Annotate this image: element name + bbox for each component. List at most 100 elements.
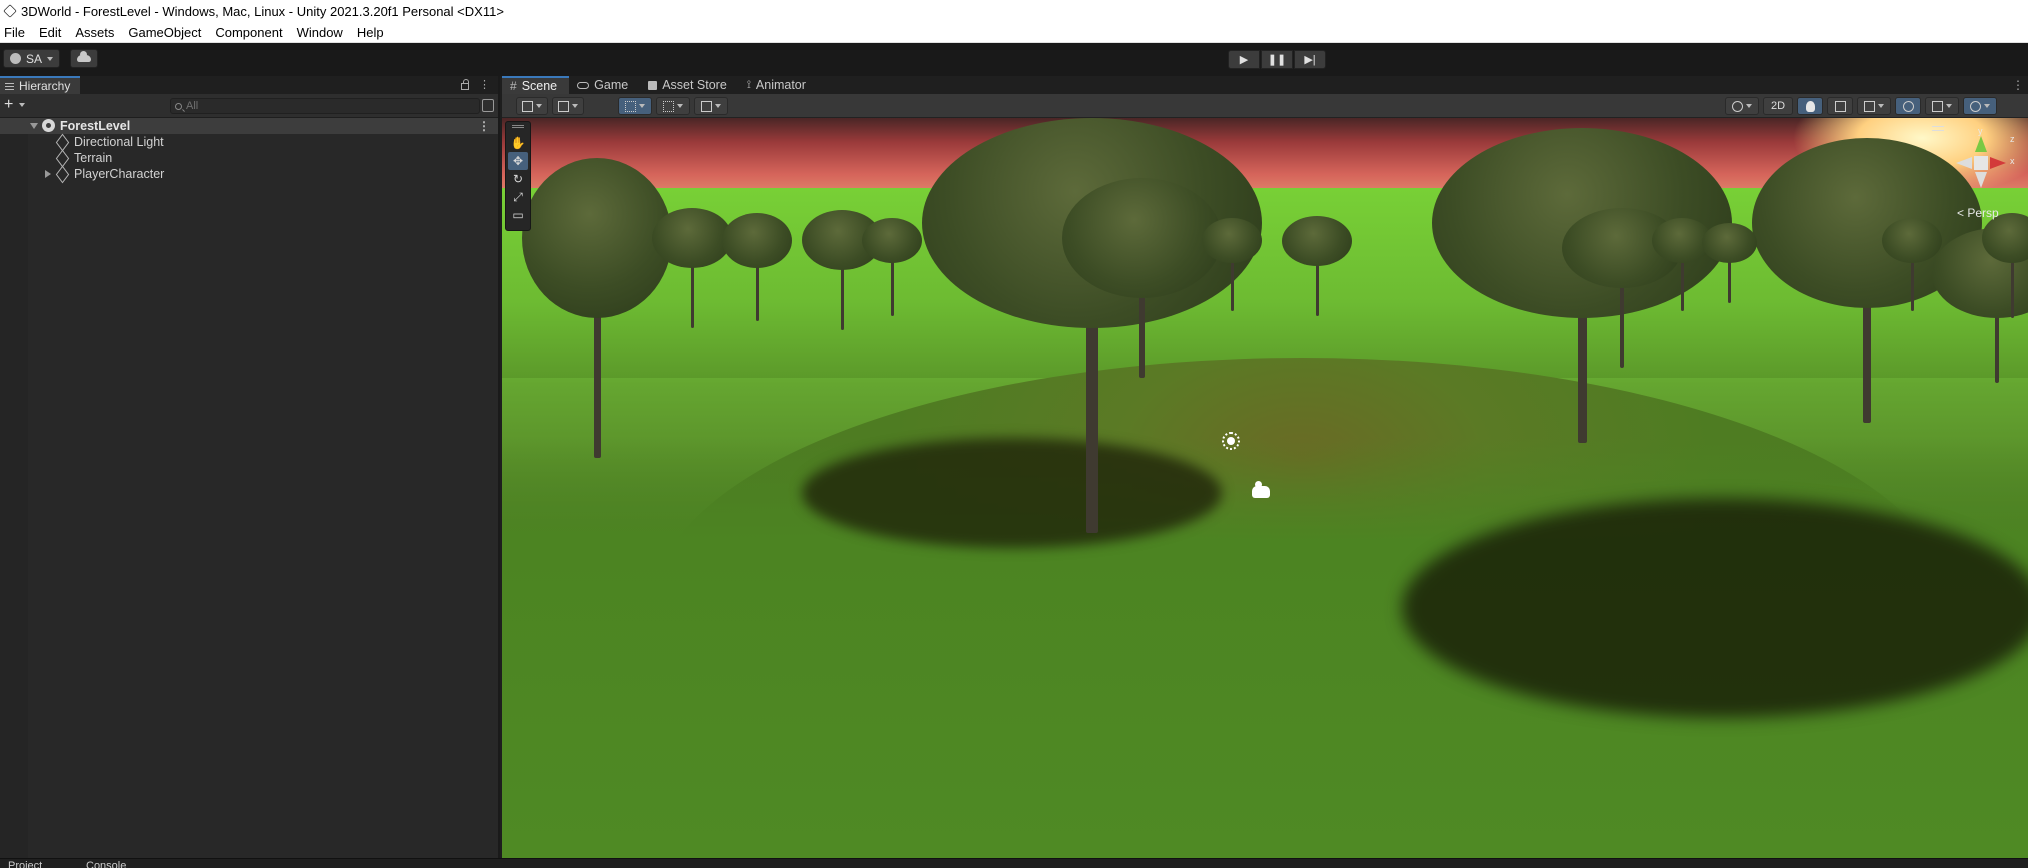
tab-hierarchy[interactable]: Hierarchy	[0, 76, 81, 94]
light-bulb-icon	[1805, 100, 1815, 112]
scene-viewport[interactable]: ✋ ✥ ↻ ⤢ ▭ y x z < Persp	[502, 118, 2028, 858]
menu-bar: File Edit Assets GameObject Component Wi…	[0, 22, 2028, 43]
search-placeholder: All	[186, 100, 199, 112]
user-icon	[10, 53, 21, 64]
tab-console[interactable]: Console	[86, 860, 126, 868]
x-axis-handle[interactable]	[1990, 157, 2006, 169]
menu-file[interactable]: File	[0, 22, 32, 43]
cloud-button[interactable]	[70, 49, 98, 68]
hierarchy-tree: ForestLevel ⋮ Directional Light Terrain …	[0, 118, 498, 858]
tree	[862, 218, 922, 316]
hash-icon: #	[510, 79, 517, 93]
step-icon: ▶|	[1304, 54, 1316, 66]
move-tool[interactable]: ✥	[508, 152, 528, 170]
tree-shadow	[1402, 498, 2028, 718]
grid-snap-button[interactable]	[618, 97, 652, 115]
menu-edit[interactable]: Edit	[32, 22, 68, 43]
bottom-dock: Project Console	[0, 858, 2028, 868]
window-title-bar: 3DWorld - ForestLevel - Windows, Mac, Li…	[0, 0, 2028, 22]
hierarchy-item-directional-light[interactable]: Directional Light	[0, 133, 498, 152]
render-mode-button[interactable]	[1725, 97, 1759, 115]
fold-closed-icon[interactable]	[45, 170, 51, 178]
menu-assets[interactable]: Assets	[68, 22, 121, 43]
chevron-down-icon	[1946, 104, 1952, 108]
scene-visibility-button[interactable]	[1895, 97, 1921, 115]
tab-project[interactable]: Project	[8, 860, 42, 868]
rotate-icon: ↻	[512, 172, 524, 186]
lock-icon[interactable]	[461, 79, 469, 90]
tree	[1062, 178, 1222, 378]
camera-settings-button[interactable]	[1925, 97, 1959, 115]
step-button[interactable]: ▶|	[1294, 50, 1326, 69]
draw-mode-icon	[522, 100, 533, 112]
scene-menu-icon[interactable]: ⋮	[478, 119, 490, 133]
tree	[1882, 218, 1942, 311]
add-dropdown-caret-icon[interactable]	[19, 103, 25, 107]
scene-panel-menu-icon[interactable]: ⋮	[2012, 78, 2024, 92]
rect-tool[interactable]: ▭	[508, 206, 528, 224]
menu-help[interactable]: Help	[350, 22, 391, 43]
scene-search-icon[interactable]	[482, 99, 494, 112]
hand-tool[interactable]: ✋	[508, 134, 528, 152]
directional-light-gizmo-icon[interactable]	[1222, 432, 1240, 450]
lighting-toggle-button[interactable]	[1797, 97, 1823, 115]
tree	[1282, 216, 1352, 316]
shading-mode-button[interactable]	[552, 97, 584, 115]
y-axis-handle[interactable]	[1975, 136, 1987, 152]
tab-asset-store[interactable]: Asset Store	[640, 76, 739, 94]
neg-y-axis-handle[interactable]	[1975, 172, 1987, 188]
scale-tool[interactable]: ⤢	[508, 188, 528, 206]
tab-hierarchy-label: Hierarchy	[19, 79, 71, 93]
draw-mode-button[interactable]	[516, 97, 548, 115]
hierarchy-item-playercharacter[interactable]: PlayerCharacter	[0, 165, 498, 184]
play-button[interactable]: ▶	[1228, 50, 1260, 69]
menu-component[interactable]: Component	[208, 22, 289, 43]
camera-gizmo-icon[interactable]	[1252, 481, 1270, 498]
scene-row-forestlevel[interactable]: ForestLevel ⋮	[0, 118, 498, 134]
chevron-down-icon	[1878, 104, 1884, 108]
tab-game[interactable]: Game	[569, 76, 640, 94]
account-button[interactable]: SA	[3, 49, 61, 68]
hierarchy-item-label: Directional Light	[74, 135, 164, 149]
toggle-2d-button[interactable]: 2D	[1763, 97, 1793, 115]
effects-toggle-button[interactable]	[1857, 97, 1891, 115]
sphere-icon	[1732, 100, 1743, 112]
toggle-2d-label: 2D	[1770, 100, 1786, 112]
projection-label[interactable]: < Persp	[1957, 206, 1999, 220]
tree	[1982, 213, 2028, 318]
account-label: SA	[26, 51, 43, 66]
gameobject-cube-icon	[55, 165, 70, 184]
menu-gameobject[interactable]: GameObject	[121, 22, 208, 43]
fold-open-icon[interactable]	[30, 123, 38, 129]
neg-x-axis-handle[interactable]	[1956, 157, 1972, 169]
audio-toggle-button[interactable]	[1827, 97, 1853, 115]
hierarchy-item-terrain[interactable]: Terrain	[0, 149, 498, 168]
tab-scene[interactable]: # Scene	[502, 76, 570, 94]
increment-snap-button[interactable]	[694, 97, 728, 115]
add-object-button[interactable]: +	[4, 96, 13, 114]
overlay-grip-icon[interactable]	[512, 125, 524, 128]
pause-button[interactable]: ❚❚	[1261, 50, 1293, 69]
eye-hidden-icon	[1902, 100, 1914, 112]
unity-logo-icon	[3, 4, 17, 18]
panel-menu-icon[interactable]: ⋮	[479, 78, 490, 91]
tab-animator-label: Animator	[755, 78, 806, 92]
tab-animator[interactable]: ⟟ Animator	[739, 76, 818, 94]
orientation-gizmo[interactable]: y x z	[1950, 126, 2022, 206]
tree-canopy	[1982, 213, 2028, 263]
rect-icon: ▭	[512, 208, 524, 222]
hierarchy-search-input[interactable]: All	[170, 98, 480, 114]
gizmos-button[interactable]	[1963, 97, 1997, 115]
scene-tabbar: # Scene Game Asset Store ⟟ Animator ⋮	[502, 76, 2028, 94]
grid-icon	[625, 100, 636, 112]
rotate-tool[interactable]: ↻	[508, 170, 528, 188]
gizmo-center-cube[interactable]	[1974, 156, 1988, 170]
gizmo-globe-icon	[1970, 100, 1981, 112]
chevron-down-icon	[1984, 104, 1990, 108]
menu-window[interactable]: Window	[290, 22, 350, 43]
overlay-menu-icon[interactable]	[1932, 126, 1944, 131]
y-axis-label: y	[1978, 126, 1983, 136]
tab-asset-store-label: Asset Store	[662, 78, 727, 92]
snap-increment-button[interactable]	[656, 97, 690, 115]
main-toolbar: SA ▶ ❚❚ ▶|	[0, 43, 2028, 76]
